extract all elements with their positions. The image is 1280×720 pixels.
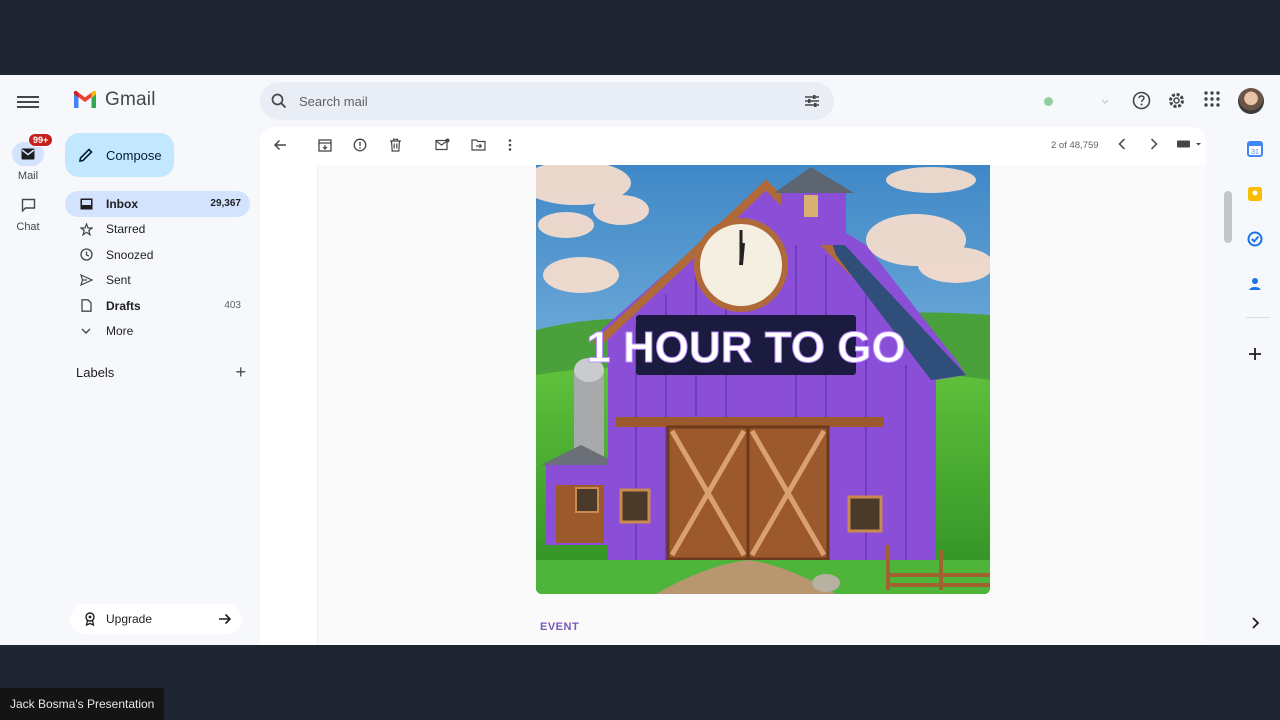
archive-icon[interactable] [318,138,332,152]
pencil-icon [79,148,93,162]
search-bar[interactable] [260,82,834,120]
labels-title: Labels [76,364,115,380]
sidebar-item-more[interactable]: More [65,319,250,345]
presenter-label: Jack Bosma's Presentation [0,688,165,720]
hero-sign-text: 1 HOUR TO GO [586,323,905,372]
nav-list: Inbox 29,367 Starred Snoozed Sent Drafts [65,191,250,344]
status-indicator[interactable] [1036,89,1112,113]
rail-chat[interactable]: Chat [8,193,48,233]
upgrade-label: Upgrade [106,612,153,626]
unread-badge: 99+ [28,133,54,147]
side-panel: 31 [1236,127,1280,645]
chevron-down-icon [1101,99,1109,104]
badge-icon [85,612,95,626]
rail-mail-label: Mail [17,170,39,182]
upgrade-button[interactable]: Upgrade [70,604,242,634]
inbox-icon [80,198,92,210]
sidebar-item-starred[interactable]: Starred [65,217,250,243]
sidebar-item-label: Inbox [106,196,138,211]
add-label-button[interactable]: + [235,363,246,381]
scrollbar-thumb[interactable] [1224,191,1232,243]
chevron-right-icon[interactable] [1150,138,1158,150]
email-view: 2 of 48,759 1 HOUR TO GO EVENT [260,127,1206,645]
sidebar-item-snoozed[interactable]: Snoozed [65,242,250,268]
sidebar-item-inbox[interactable]: Inbox 29,367 [65,191,250,217]
sidebar-item-label: Starred [106,222,146,237]
sidebar-item-label: Drafts [106,298,141,313]
rail-chat-label: Chat [16,221,40,233]
account-avatar[interactable] [1238,88,1264,114]
keyboard-icon[interactable] [1176,138,1202,150]
arrow-right-icon [219,613,232,625]
apps-grid-icon[interactable] [1204,91,1220,107]
barn-illustration: 1 HOUR TO GO [536,165,990,594]
search-input[interactable] [297,92,804,110]
panel-divider [1246,317,1270,318]
search-icon[interactable] [271,93,287,109]
section-label: EVENT [540,621,580,633]
app-rail: 99+ Mail Chat [0,75,56,645]
labels-header: Labels + [76,363,246,381]
chat-icon [21,198,35,212]
chevron-down-icon [81,328,91,334]
status-dot [1044,96,1053,106]
svg-text:31: 31 [1251,149,1259,156]
gear-icon[interactable] [1167,91,1186,110]
send-icon [79,274,93,287]
gmail-window: 99+ Mail Chat Gmail Compose Inbox 29,367… [0,75,1280,645]
sidebar: Compose Inbox 29,367 Starred Snoozed Sen… [56,75,260,645]
rail-mail[interactable]: 99+ Mail [8,133,54,182]
compose-label: Compose [106,147,162,163]
mail-icon [21,148,35,160]
email-hero-image: 1 HOUR TO GO [536,165,990,594]
star-icon [79,222,93,236]
sidebar-item-sent[interactable]: Sent [65,268,250,294]
chevron-right-icon[interactable] [1247,616,1263,630]
pagination-text: 2 of 48,759 [1051,140,1099,151]
compose-button[interactable]: Compose [65,133,174,177]
back-arrow-icon[interactable] [273,138,287,152]
mark-unread-icon[interactable] [435,138,450,151]
chevron-left-icon[interactable] [1118,138,1126,150]
sidebar-item-label: More [106,324,134,339]
clock-icon [79,248,93,261]
keep-icon[interactable] [1247,186,1263,202]
report-spam-icon[interactable] [353,138,367,152]
sidebar-item-count: 29,367 [210,198,241,210]
draft-icon [80,299,92,313]
trash-icon[interactable] [389,138,402,152]
contacts-icon[interactable] [1247,276,1263,292]
help-icon[interactable] [1132,91,1151,110]
move-to-icon[interactable] [471,138,486,151]
more-vert-icon[interactable] [508,138,512,152]
sidebar-item-drafts[interactable]: Drafts 403 [65,293,250,319]
main-menu-button[interactable] [17,93,39,111]
sidebar-item-label: Sent [106,273,131,288]
search-options-icon[interactable] [804,94,820,108]
email-body: 1 HOUR TO GO EVENT [317,165,1206,645]
tasks-icon[interactable] [1247,231,1263,247]
plus-icon[interactable] [1247,346,1263,362]
sidebar-item-label: Snoozed [106,247,154,262]
sidebar-item-count: 403 [224,300,241,312]
calendar-icon[interactable]: 31 [1247,141,1263,157]
message-toolbar: 2 of 48,759 [260,127,1206,165]
